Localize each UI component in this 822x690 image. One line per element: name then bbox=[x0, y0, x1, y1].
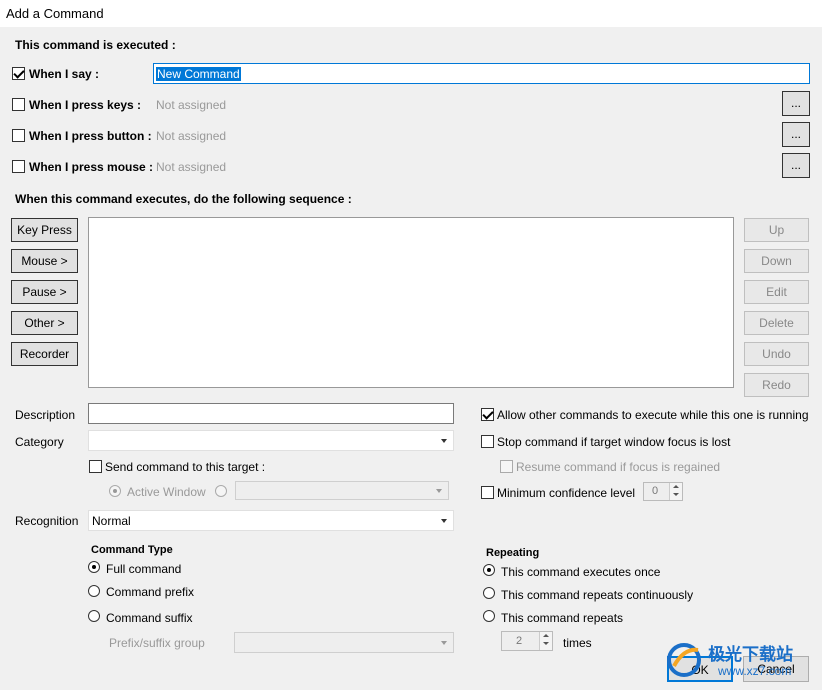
when-button-checkbox[interactable] bbox=[12, 129, 25, 142]
repeats-times-radio[interactable] bbox=[483, 610, 495, 622]
when-say-input[interactable]: New Command bbox=[153, 63, 810, 84]
down-button[interactable]: Down bbox=[744, 249, 809, 273]
when-keys-checkbox[interactable] bbox=[12, 98, 25, 111]
allow-other-checkbox[interactable] bbox=[481, 408, 494, 421]
executed-heading: This command is executed : bbox=[15, 38, 176, 52]
undo-button[interactable]: Undo bbox=[744, 342, 809, 366]
repeat-times-spinner[interactable]: 2 bbox=[501, 631, 553, 651]
active-window-label: Active Window bbox=[127, 485, 206, 499]
command-prefix-label: Command prefix bbox=[106, 585, 195, 599]
up-button[interactable]: Up bbox=[744, 218, 809, 242]
recognition-label: Recognition bbox=[15, 514, 79, 528]
recognition-value: Normal bbox=[92, 514, 131, 528]
pause-button[interactable]: Pause > bbox=[11, 280, 78, 304]
target-window-radio[interactable] bbox=[215, 485, 227, 497]
chevron-down-icon bbox=[436, 489, 442, 493]
command-suffix-label: Command suffix bbox=[106, 611, 193, 625]
watermark-text: 极光下载站 bbox=[708, 645, 793, 665]
when-say-checkbox[interactable] bbox=[12, 67, 25, 80]
send-target-checkbox[interactable] bbox=[89, 460, 102, 473]
command-type-heading: Command Type bbox=[91, 544, 173, 556]
send-target-label: Send command to this target : bbox=[105, 460, 266, 474]
when-mouse-browse-button[interactable]: ... bbox=[782, 153, 810, 178]
stop-focus-label: Stop command if target window focus is l… bbox=[497, 435, 731, 449]
when-mouse-label: When I press mouse : bbox=[29, 160, 154, 174]
when-say-value: New Command bbox=[156, 67, 241, 81]
when-button-value: Not assigned bbox=[156, 129, 227, 143]
repeating-heading: Repeating bbox=[486, 547, 540, 559]
chevron-down-icon bbox=[441, 439, 447, 443]
executes-once-label: This command executes once bbox=[501, 565, 661, 579]
when-keys-value: Not assigned bbox=[156, 98, 227, 112]
when-button-label: When I press button : bbox=[29, 129, 152, 143]
when-button-browse-button[interactable]: ... bbox=[782, 122, 810, 147]
active-window-radio[interactable] bbox=[109, 485, 121, 497]
other-button[interactable]: Other > bbox=[11, 311, 78, 335]
recognition-select[interactable]: Normal bbox=[88, 510, 454, 531]
command-prefix-radio[interactable] bbox=[88, 585, 100, 597]
chevron-down-icon bbox=[441, 519, 447, 523]
resume-focus-label: Resume command if focus is regained bbox=[516, 460, 721, 474]
executes-once-radio[interactable] bbox=[483, 564, 495, 576]
sequence-list[interactable] bbox=[88, 217, 734, 388]
min-confidence-label: Minimum confidence level bbox=[497, 486, 636, 500]
repeats-continuously-radio[interactable] bbox=[483, 587, 495, 599]
watermark-site: www.xz7.com bbox=[718, 664, 792, 678]
repeat-times-value: 2 bbox=[516, 635, 523, 647]
mouse-button[interactable]: Mouse > bbox=[11, 249, 78, 273]
resume-focus-checkbox[interactable] bbox=[500, 460, 513, 473]
key-press-button[interactable]: Key Press bbox=[11, 218, 78, 242]
description-input[interactable] bbox=[88, 403, 454, 424]
chevron-down-icon bbox=[441, 641, 447, 645]
delete-button[interactable]: Delete bbox=[744, 311, 809, 335]
watermark: 极光下载站 www.xz7.com bbox=[664, 638, 814, 684]
category-label: Category bbox=[15, 435, 64, 449]
times-label: times bbox=[563, 636, 592, 650]
when-keys-label: When I press keys : bbox=[29, 98, 142, 112]
prefix-group-label: Prefix/suffix group bbox=[109, 636, 205, 650]
when-mouse-value: Not assigned bbox=[156, 160, 227, 174]
when-keys-browse-button[interactable]: ... bbox=[782, 91, 810, 116]
spin-down-icon[interactable] bbox=[539, 640, 552, 650]
title-bar: Add a Command bbox=[0, 0, 822, 27]
watermark-logo-icon bbox=[667, 643, 701, 677]
description-label: Description bbox=[15, 408, 76, 422]
redo-button[interactable]: Redo bbox=[744, 373, 809, 397]
recorder-button[interactable]: Recorder bbox=[11, 342, 78, 366]
min-confidence-spinner[interactable]: 0 bbox=[643, 482, 683, 501]
sequence-heading: When this command executes, do the follo… bbox=[15, 192, 352, 206]
min-confidence-checkbox[interactable] bbox=[481, 486, 494, 499]
edit-button[interactable]: Edit bbox=[744, 280, 809, 304]
full-command-label: Full command bbox=[106, 562, 182, 576]
command-suffix-radio[interactable] bbox=[88, 610, 100, 622]
repeats-continuously-label: This command repeats continuously bbox=[501, 588, 694, 602]
target-window-select[interactable] bbox=[235, 481, 449, 500]
window-title: Add a Command bbox=[6, 6, 104, 21]
prefix-group-select[interactable] bbox=[234, 632, 454, 653]
when-mouse-checkbox[interactable] bbox=[12, 160, 25, 173]
full-command-radio[interactable] bbox=[88, 561, 100, 573]
min-confidence-value: 0 bbox=[652, 485, 659, 497]
when-say-label: When I say : bbox=[29, 67, 100, 81]
category-select[interactable] bbox=[88, 430, 454, 451]
spin-down-icon[interactable] bbox=[669, 491, 682, 500]
repeats-times-label: This command repeats bbox=[501, 611, 624, 625]
stop-focus-checkbox[interactable] bbox=[481, 435, 494, 448]
allow-other-label: Allow other commands to execute while th… bbox=[497, 408, 809, 422]
